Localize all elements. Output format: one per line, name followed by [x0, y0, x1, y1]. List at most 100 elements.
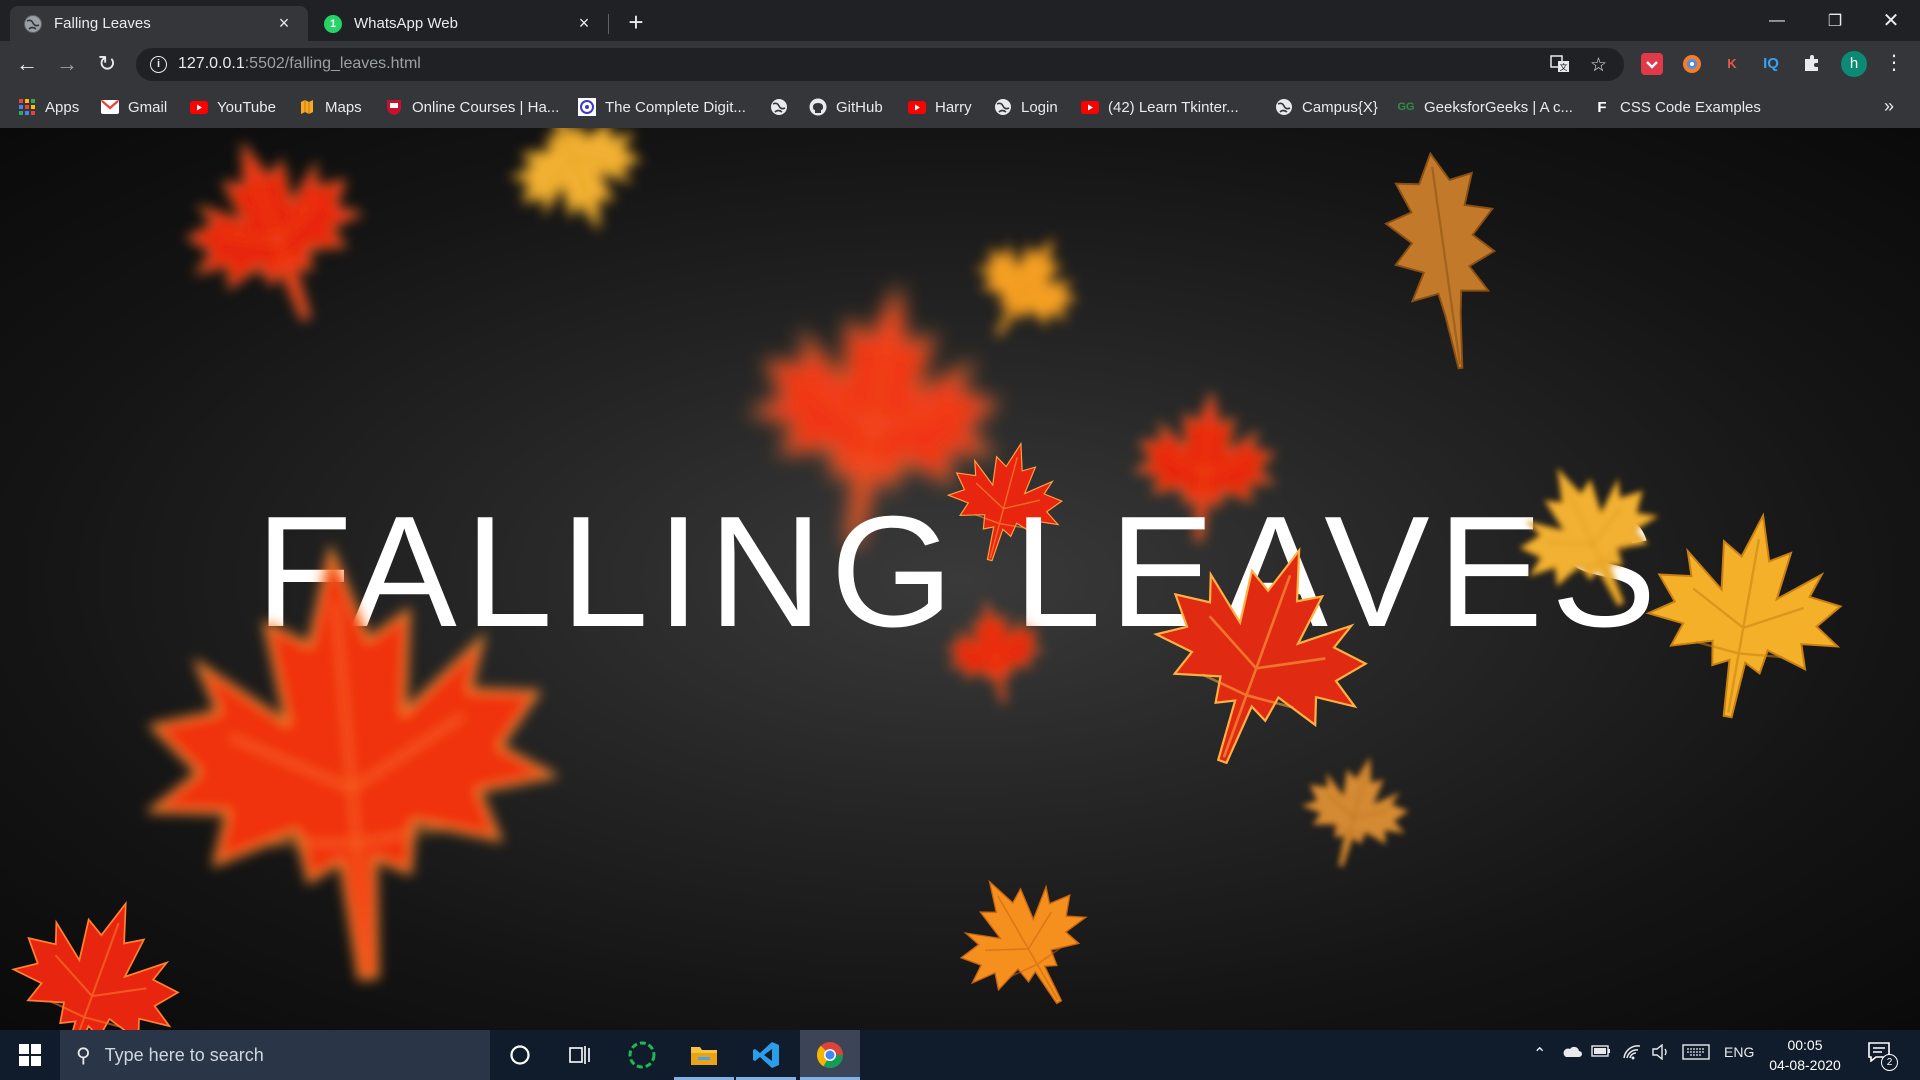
bookmark-maps[interactable]: Maps — [298, 95, 362, 119]
leaf-red-top-left — [133, 128, 418, 366]
notification-count-badge: 2 — [1881, 1054, 1898, 1071]
svg-text:文: 文 — [1560, 62, 1568, 72]
search-placeholder: Type here to search — [104, 1044, 264, 1065]
volume-icon[interactable] — [1651, 1043, 1671, 1064]
bookmark-youtube[interactable]: YouTube — [190, 95, 276, 119]
new-tab-button[interactable]: + — [623, 9, 649, 36]
bookmark-label: Apps — [45, 98, 80, 116]
whatsapp-icon: 1 — [324, 14, 342, 33]
start-button[interactable] — [0, 1030, 60, 1080]
leaf-gold-top — [479, 128, 671, 259]
wifi-icon[interactable] — [1622, 1044, 1642, 1064]
windows-taskbar: ⚲ Type here to search ⌃ ENG 00:05 04-08-… — [0, 1030, 1920, 1080]
bookmark-label: YouTube — [217, 98, 276, 116]
battery-icon[interactable] — [1591, 1044, 1611, 1062]
back-button[interactable]: ← — [13, 50, 41, 78]
reload-button[interactable]: ↻ — [93, 50, 121, 78]
clock-time: 00:05 — [1787, 1037, 1823, 1053]
leaf-red-blur-lower-center — [931, 589, 1058, 716]
show-hidden-icons-chevron[interactable]: ⌃ — [1533, 1044, 1546, 1064]
windows-logo-icon — [19, 1044, 41, 1066]
taskbar-clock[interactable]: 00:05 04-08-2020 — [1765, 1035, 1845, 1075]
site-info-icon[interactable]: i — [150, 56, 167, 73]
language-indicator[interactable]: ENG — [1724, 1044, 1754, 1060]
bookmark-github[interactable]: GitHub — [809, 95, 883, 119]
pocket-extension-icon[interactable] — [1641, 53, 1663, 75]
bookmark-label: CSS Code Examples — [1620, 98, 1761, 116]
task-view-icon[interactable] — [550, 1030, 610, 1080]
bookmark-star-icon[interactable]: ☆ — [1590, 54, 1607, 77]
forward-button[interactable]: → — [53, 50, 81, 78]
profile-avatar[interactable]: h — [1841, 51, 1867, 77]
bookmark-label: GeeksforGeeks | A c... — [1424, 98, 1573, 116]
bookmarks-bar: Apps Gmail YouTube Maps Online Courses |… — [0, 87, 1920, 129]
youtube-icon — [1081, 98, 1099, 116]
youtube-icon — [190, 98, 208, 116]
tab-title: WhatsApp Web — [354, 15, 458, 32]
bookmark-apps[interactable]: Apps — [18, 95, 79, 119]
address-bar[interactable]: i 127.0.0.1:5502/falling_leaves.html 文 ☆ — [136, 48, 1624, 81]
bookmark-label: GitHub — [836, 98, 883, 116]
extensions-puzzle-icon[interactable] — [1801, 53, 1823, 75]
course-icon — [578, 98, 596, 116]
css-examples-icon: F — [1597, 98, 1607, 116]
bookmark-gmail[interactable]: Gmail — [101, 95, 167, 119]
bookmark-css-code-examples[interactable]: F CSS Code Examples — [1593, 95, 1761, 119]
action-center-icon[interactable]: 2 — [1868, 1042, 1898, 1071]
clock-date: 04-08-2020 — [1769, 1057, 1841, 1073]
bookmark-login[interactable]: Login — [994, 95, 1058, 119]
harvard-icon — [385, 98, 403, 116]
gmail-icon — [101, 98, 119, 116]
globe-icon — [770, 98, 788, 116]
bookmark-label: Maps — [325, 98, 362, 116]
gfg-icon: GG — [1397, 101, 1415, 113]
bookmark-label: Gmail — [128, 98, 168, 116]
tab-whatsapp[interactable]: 1 WhatsApp Web × — [310, 6, 608, 41]
loading-app-icon[interactable] — [612, 1030, 672, 1080]
globe-icon — [24, 14, 42, 33]
tab-title: Falling Leaves — [54, 15, 151, 32]
bookmark-learn-tkinter[interactable]: (42) Learn Tkinter... — [1081, 95, 1239, 119]
page-canvas: FALLING LEAVES — [0, 128, 1920, 1030]
browser-toolbar: ← → ↻ i 127.0.0.1:5502/falling_leaves.ht… — [0, 41, 1920, 87]
bookmark-label: The Complete Digit... — [605, 98, 746, 116]
maps-icon — [298, 98, 316, 116]
bookmark-complete-digital[interactable]: The Complete Digit... — [578, 95, 746, 119]
search-icon: ⚲ — [76, 1044, 91, 1067]
onedrive-cloud-icon[interactable] — [1562, 1044, 1582, 1062]
leaf-brown-oak-top-right — [1355, 134, 1536, 383]
translate-icon[interactable]: 文 — [1550, 54, 1570, 80]
chrome-taskbar-icon[interactable] — [800, 1030, 860, 1080]
bookmark-label: Login — [1021, 98, 1058, 116]
restore-button[interactable]: ❐ — [1806, 0, 1864, 41]
menu-kebab-icon[interactable]: ⋮ — [1884, 50, 1904, 75]
github-icon — [809, 98, 827, 116]
close-icon[interactable]: × — [274, 13, 294, 34]
youtube-icon — [908, 98, 926, 116]
cortana-icon[interactable] — [490, 1030, 550, 1080]
bookmark-geeksforgeeks[interactable]: GG GeeksforGeeks | A c... — [1397, 95, 1573, 119]
url-text[interactable]: 127.0.0.1:5502/falling_leaves.html — [178, 55, 421, 73]
bookmark-label: Online Courses | Ha... — [412, 98, 560, 116]
iq-extension-icon[interactable]: IQ — [1760, 53, 1782, 75]
close-icon[interactable]: × — [574, 13, 594, 34]
bookmark-campusx[interactable]: Campus{X} — [1275, 95, 1378, 119]
vscode-icon[interactable] — [736, 1030, 796, 1080]
tab-falling-leaves[interactable]: Falling Leaves × — [10, 6, 308, 41]
bookmark-label: Campus{X} — [1302, 98, 1378, 116]
bookmark-online-courses[interactable]: Online Courses | Ha... — [385, 95, 559, 119]
bookmark-globe[interactable] — [770, 95, 797, 119]
colorful-extension-icon[interactable] — [1681, 53, 1703, 75]
touch-keyboard-icon[interactable] — [1682, 1044, 1710, 1064]
k-extension-icon[interactable]: K — [1721, 53, 1743, 75]
globe-icon — [994, 98, 1012, 116]
close-window-button[interactable]: ✕ — [1862, 0, 1920, 41]
globe-icon — [1275, 98, 1293, 116]
tab-strip: Falling Leaves × 1 WhatsApp Web × + — ❐ … — [0, 0, 1920, 41]
bookmark-harry[interactable]: Harry — [908, 95, 972, 119]
taskbar-search-box[interactable]: ⚲ Type here to search — [60, 1030, 490, 1080]
leaf-orange-bottom-center — [905, 831, 1145, 1030]
file-explorer-icon[interactable] — [674, 1030, 734, 1080]
minimize-button[interactable]: — — [1748, 0, 1806, 41]
more-bookmarks-button[interactable]: » — [1884, 96, 1894, 117]
